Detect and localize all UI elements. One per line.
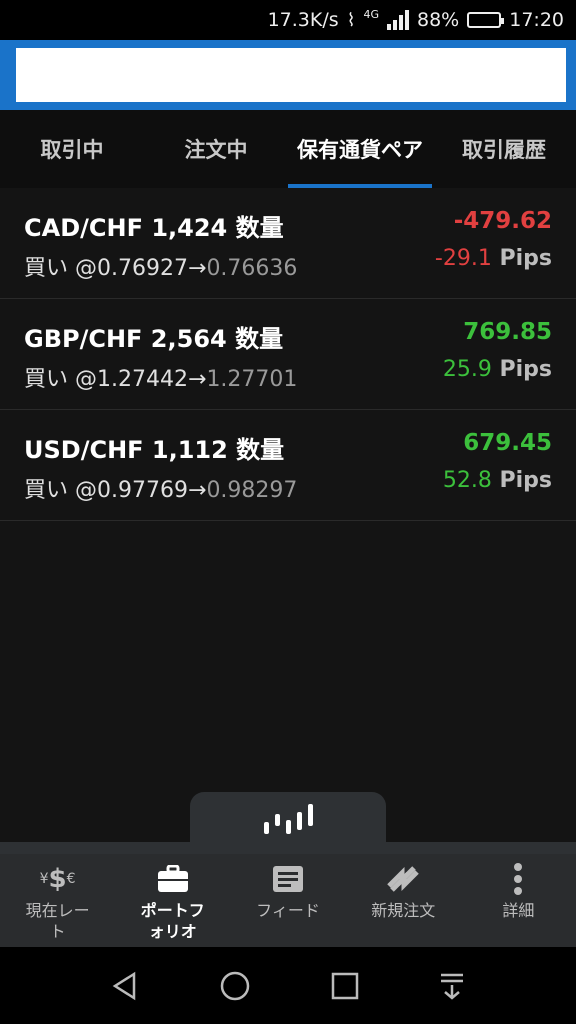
pips-value: 52.8 bbox=[442, 468, 492, 493]
position-detail: 買い @0.76927→0.76636 bbox=[24, 250, 297, 282]
pips-unit: Pips bbox=[491, 246, 552, 271]
position-pips: 52.8 Pips bbox=[443, 468, 552, 493]
bottom-navigation: ¥ $ € 現在レー ト ポートフ ォリオ フィード 新規注文 詳細 bbox=[0, 842, 576, 947]
network-type: 4G bbox=[363, 8, 379, 21]
feed-icon bbox=[272, 862, 304, 896]
nav-rates-label: 現在レー bbox=[25, 901, 90, 920]
vibrate-icon: ⌇ bbox=[346, 9, 356, 31]
notification-drawer-icon[interactable] bbox=[438, 971, 466, 1001]
pips-unit: Pips bbox=[491, 357, 552, 382]
position-pair: GBP/CHF 2,564 数量 bbox=[24, 325, 284, 353]
nav-rates[interactable]: ¥ $ € 現在レー ト bbox=[0, 854, 115, 947]
position-profit-loss: 679.45 bbox=[463, 430, 552, 456]
position-row[interactable]: GBP/CHF 2,564 数量 買い @1.27442→1.27701 769… bbox=[0, 299, 576, 410]
position-entry: @1.27442→ bbox=[75, 367, 207, 392]
nav-rates-label-2: ト bbox=[49, 922, 66, 941]
position-pips: -29.1 Pips bbox=[435, 246, 552, 271]
system-navigation bbox=[0, 947, 576, 1024]
nav-portfolio-label: ポートフ bbox=[140, 901, 205, 920]
clock: 17:20 bbox=[509, 9, 564, 31]
position-side: 買い bbox=[24, 367, 69, 392]
status-bar: 17.3K/s ⌇ 4G 88% 17:20 bbox=[0, 0, 576, 40]
nav-portfolio[interactable]: ポートフ ォリオ bbox=[115, 854, 230, 947]
back-icon[interactable] bbox=[110, 971, 140, 1001]
position-current: 0.98297 bbox=[206, 478, 298, 503]
positions-list: CAD/CHF 1,424 数量 買い @0.76927→0.76636 -47… bbox=[0, 188, 576, 521]
network-speed: 17.3K/s bbox=[267, 9, 339, 31]
tab-orders[interactable]: 注文中 bbox=[144, 110, 288, 188]
position-row[interactable]: USD/CHF 1,112 数量 買い @0.97769→0.98297 679… bbox=[0, 410, 576, 521]
position-entry: @0.97769→ bbox=[75, 478, 207, 503]
position-side: 買い bbox=[24, 478, 69, 503]
recent-apps-icon[interactable] bbox=[331, 972, 359, 1000]
nav-portfolio-label-2: ォリオ bbox=[148, 922, 197, 941]
chart-panel-handle[interactable] bbox=[190, 792, 386, 846]
position-entry: @0.76927→ bbox=[75, 256, 207, 281]
more-vertical-icon bbox=[513, 862, 523, 896]
tab-bar: 取引中 注文中 保有通貨ペア 取引履歴 bbox=[0, 110, 576, 188]
pips-unit: Pips bbox=[491, 468, 552, 493]
tab-positions[interactable]: 保有通貨ペア bbox=[288, 110, 432, 188]
nav-feed-label: フィード bbox=[256, 901, 320, 920]
position-detail: 買い @0.97769→0.98297 bbox=[24, 472, 297, 504]
currency-rates-icon: ¥ $ € bbox=[39, 863, 76, 894]
home-icon[interactable] bbox=[219, 970, 251, 1002]
position-current: 0.76636 bbox=[206, 256, 298, 281]
pips-value: 25.9 bbox=[442, 357, 492, 382]
signal-icon bbox=[387, 10, 409, 30]
tab-trading[interactable]: 取引中 bbox=[0, 110, 144, 188]
pips-value: -29.1 bbox=[434, 246, 492, 271]
nav-new-order-label: 新規注文 bbox=[371, 901, 436, 920]
position-profit-loss: 769.85 bbox=[463, 319, 552, 345]
new-order-icon bbox=[386, 862, 420, 896]
briefcase-icon bbox=[157, 862, 189, 896]
position-detail: 買い @1.27442→1.27701 bbox=[24, 361, 297, 393]
position-current: 1.27701 bbox=[206, 367, 298, 392]
nav-details[interactable]: 詳細 bbox=[461, 854, 576, 947]
search-input[interactable] bbox=[16, 48, 566, 102]
nav-feed[interactable]: フィード bbox=[230, 854, 345, 947]
nav-details-label: 詳細 bbox=[502, 901, 535, 920]
header-bar bbox=[0, 40, 576, 110]
battery-percent: 88% bbox=[417, 9, 460, 31]
position-pips: 25.9 Pips bbox=[443, 357, 552, 382]
nav-new-order[interactable]: 新規注文 bbox=[346, 854, 461, 947]
tab-history[interactable]: 取引履歴 bbox=[432, 110, 576, 188]
chart-bars-icon bbox=[264, 804, 313, 834]
position-pair: CAD/CHF 1,424 数量 bbox=[24, 214, 284, 242]
battery-icon bbox=[467, 12, 505, 28]
position-side: 買い bbox=[24, 256, 69, 281]
position-row[interactable]: CAD/CHF 1,424 数量 買い @0.76927→0.76636 -47… bbox=[0, 188, 576, 299]
position-pair: USD/CHF 1,112 数量 bbox=[24, 436, 285, 464]
position-profit-loss: -479.62 bbox=[453, 208, 552, 234]
